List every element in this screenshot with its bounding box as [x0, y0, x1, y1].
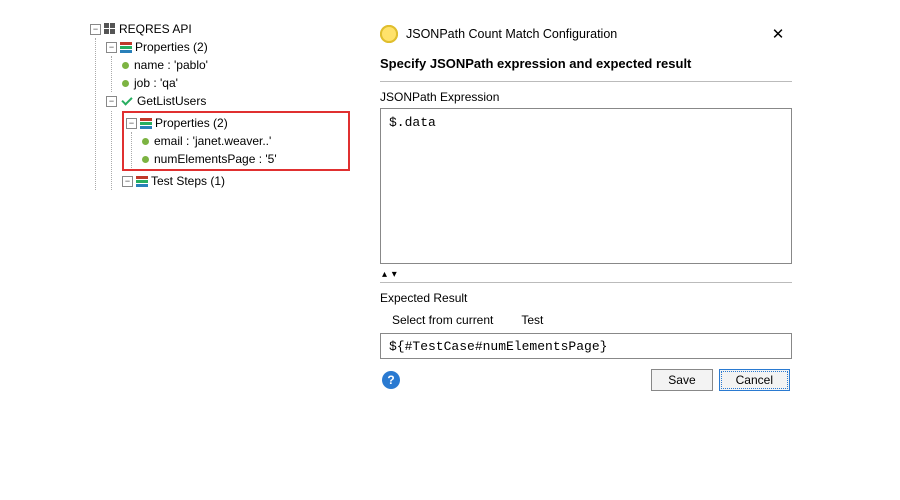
expected-result-input[interactable] [380, 333, 792, 359]
tree-label: numElementsPage : '5' [154, 150, 277, 168]
project-icon [104, 23, 116, 35]
project-tree: − REQRES API − Properties (2) name : 'pa… [90, 20, 350, 190]
tree-node-properties-inner[interactable]: − Properties (2) [126, 114, 346, 132]
resize-grip-icon[interactable]: ▴ ▾ [380, 267, 792, 282]
close-button[interactable]: ✕ [764, 24, 792, 44]
assertion-icon [380, 25, 398, 43]
tree-node-property[interactable]: email : 'janet.weaver..' [142, 132, 346, 150]
save-button[interactable]: Save [651, 369, 712, 391]
collapse-icon[interactable]: − [126, 118, 137, 129]
tree-label: name : 'pablo' [134, 56, 208, 74]
tree-label: Test Steps (1) [151, 172, 225, 190]
bullet-icon [142, 138, 149, 145]
cancel-button[interactable]: Cancel [719, 369, 790, 391]
tree-node-property[interactable]: job : 'qa' [122, 74, 350, 92]
divider [380, 282, 792, 283]
select-from-current-link[interactable]: Select from current [392, 313, 493, 327]
tree-label: email : 'janet.weaver..' [154, 132, 271, 150]
tree-node-getlistusers[interactable]: − GetListUsers [106, 92, 350, 110]
jsonpath-label: JSONPath Expression [380, 90, 792, 104]
dialog-heading: Specify JSONPath expression and expected… [380, 52, 792, 81]
tree-node-property[interactable]: numElementsPage : '5' [142, 150, 346, 168]
tree-node-properties[interactable]: − Properties (2) [106, 38, 350, 56]
jsonpath-config-dialog: JSONPath Count Match Configuration ✕ Spe… [380, 22, 792, 391]
collapse-icon[interactable]: − [90, 24, 101, 35]
tree-node-teststeps[interactable]: − Test Steps (1) [122, 172, 350, 190]
collapse-icon[interactable]: − [106, 96, 117, 107]
bullet-icon [122, 80, 129, 87]
collapse-icon[interactable]: − [122, 176, 133, 187]
divider [380, 81, 792, 82]
collapse-icon[interactable]: − [106, 42, 117, 53]
tree-node-property[interactable]: name : 'pablo' [122, 56, 350, 74]
highlighted-properties-group: − Properties (2) email : 'janet.weaver..… [122, 111, 350, 171]
dialog-title: JSONPath Count Match Configuration [406, 27, 617, 41]
bullet-icon [122, 62, 129, 69]
checkmark-icon [120, 95, 134, 107]
jsonpath-expression-input[interactable] [380, 108, 792, 264]
tree-label: GetListUsers [137, 92, 206, 110]
test-link[interactable]: Test [521, 313, 543, 327]
properties-icon [140, 118, 152, 129]
help-icon[interactable]: ? [382, 371, 400, 389]
steps-icon [136, 176, 148, 187]
dialog-titlebar: JSONPath Count Match Configuration ✕ [380, 22, 792, 52]
properties-icon [120, 42, 132, 53]
tree-label: Properties (2) [135, 38, 208, 56]
tree-label: REQRES API [119, 20, 192, 38]
tree-label: job : 'qa' [134, 74, 178, 92]
bullet-icon [142, 156, 149, 163]
expected-result-label: Expected Result [380, 291, 792, 305]
tree-node-root[interactable]: − REQRES API [90, 20, 350, 38]
tree-label: Properties (2) [155, 114, 228, 132]
